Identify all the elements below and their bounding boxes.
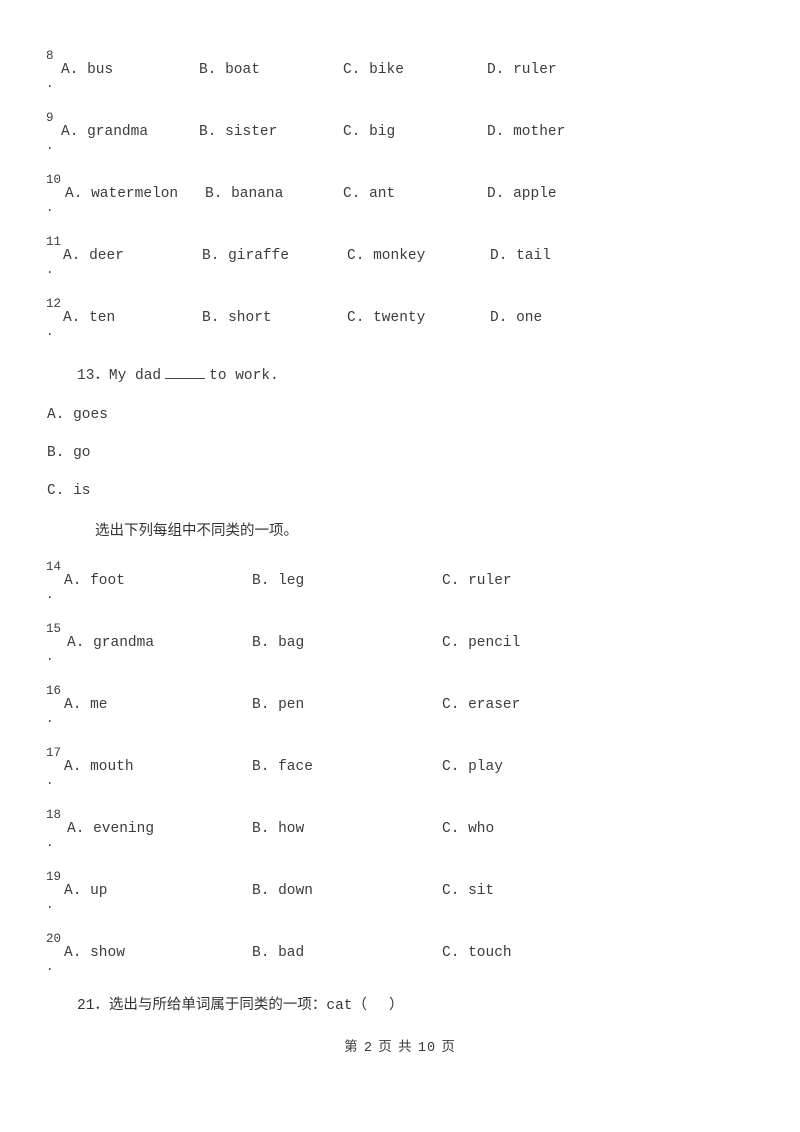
option-b[interactable]: B. face [252,757,313,777]
footer-middle: 页 共 [378,1039,413,1055]
option-d[interactable]: D. one [490,308,542,328]
question-row: 14 . A. foot B. leg C. ruler [0,561,800,623]
prompt-text: 选出与所给单词属于同类的一项： [108,997,327,1013]
exam-page: 8 . A. bus B. boat C. bike D. ruler 9 . … [0,0,800,1132]
option-b[interactable]: B. go [0,443,800,463]
question-row: 15 . A. grandma B. bag C. pencil [0,623,800,685]
option-b[interactable]: B. pen [252,695,304,715]
option-b[interactable]: B. boat [199,60,260,80]
section-instruction: 选出下列每组中不同类的一项。 [0,521,800,541]
question-block-19: 19 . A. up B. down C. sit [0,871,800,933]
option-c[interactable]: C. big [343,122,395,142]
option-c[interactable]: C. is [0,481,800,501]
stem-text-after: to work. [209,368,279,384]
option-a[interactable]: A. ten [63,308,115,328]
question-separator: ． [94,368,109,384]
option-c[interactable]: C. play [442,757,503,777]
option-c[interactable]: C. twenty [347,308,425,328]
footer-suffix: 页 [441,1039,456,1055]
question-block-21: 21．选出与所给单词属于同类的一项：cat（ ） [0,995,800,1016]
footer-total-pages: 10 [417,1041,437,1056]
option-d[interactable]: D. tail [490,246,551,266]
page-footer: 第 2 页 共 10 页 [0,1035,800,1056]
question-row: 17 . A. mouth B. face C. play [0,747,800,809]
option-a[interactable]: A. deer [63,246,124,266]
question-row: 16 . A. me B. pen C. eraser [0,685,800,747]
question-row: 11 . A. deer B. giraffe C. monkey D. tai… [0,236,800,298]
open-paren: （ [352,997,368,1013]
option-d[interactable]: D. ruler [487,60,557,80]
question-row: 12 . A. ten B. short C. twenty D. one [0,298,800,360]
question-row: 8 . A. bus B. boat C. bike D. ruler [0,50,800,112]
option-b[interactable]: B. leg [252,571,304,591]
question-block-15: 15 . A. grandma B. bag C. pencil [0,623,800,685]
option-d[interactable]: D. mother [487,122,565,142]
question-block-14: 14 . A. foot B. leg C. ruler [0,561,800,623]
option-c[interactable]: C. monkey [347,246,425,266]
option-a[interactable]: A. up [64,881,108,901]
question-block-16: 16 . A. me B. pen C. eraser [0,685,800,747]
option-c[interactable]: C. ant [343,184,395,204]
question-separator: ． [94,997,109,1013]
option-a[interactable]: A. watermelon [65,184,178,204]
option-b[interactable]: B. down [252,881,313,901]
instruction-text: 选出下列每组中不同类的一项。 [95,523,298,539]
question-block-9: 9 . A. grandma B. sister C. big D. mothe… [0,112,800,174]
close-paren: ） [389,997,404,1013]
question-13-option-a: A. goes [0,405,800,425]
question-block-13: 13．My dad to work. [0,365,800,386]
question-block-11: 11 . A. deer B. giraffe C. monkey D. tai… [0,236,800,298]
footer-page-number: 2 [363,1041,373,1056]
question-block-10: 10 . A. watermelon B. banana C. ant D. a… [0,174,800,236]
option-b[interactable]: B. how [252,819,304,839]
option-d[interactable]: D. apple [487,184,557,204]
question-row: 9 . A. grandma B. sister C. big D. mothe… [0,112,800,174]
option-b[interactable]: B. giraffe [202,246,289,266]
option-a[interactable]: A. goes [0,405,800,425]
option-a[interactable]: A. evening [67,819,154,839]
option-b[interactable]: B. banana [205,184,283,204]
question-row: 18 . A. evening B. how C. who [0,809,800,871]
question-block-8: 8 . A. bus B. boat C. bike D. ruler [0,50,800,112]
question-number: 21 [77,998,95,1014]
stem-text-before: My dad [108,368,162,384]
option-b[interactable]: B. bad [252,943,304,963]
target-word: cat [326,998,353,1014]
option-b[interactable]: B. short [202,308,272,328]
option-a[interactable]: A. grandma [67,633,154,653]
option-c[interactable]: C. eraser [442,695,520,715]
question-13-stem: 13．My dad to work. [0,365,800,386]
question-row: 19 . A. up B. down C. sit [0,871,800,933]
question-row: 20 . A. show B. bad C. touch [0,933,800,995]
question-13-option-c: C. is [0,481,800,501]
question-block-12: 12 . A. ten B. short C. twenty D. one [0,298,800,360]
question-block-20: 20 . A. show B. bad C. touch [0,933,800,995]
option-a[interactable]: A. mouth [64,757,134,777]
option-c[interactable]: C. bike [343,60,404,80]
option-c[interactable]: C. who [442,819,494,839]
option-a[interactable]: A. show [64,943,125,963]
option-c[interactable]: C. sit [442,881,494,901]
question-number: 13 [77,368,95,384]
footer-prefix: 第 [344,1039,359,1055]
answer-blank[interactable] [165,365,206,379]
question-row: 10 . A. watermelon B. banana C. ant D. a… [0,174,800,236]
option-a[interactable]: A. grandma [61,122,148,142]
question-block-17: 17 . A. mouth B. face C. play [0,747,800,809]
option-b[interactable]: B. bag [252,633,304,653]
option-c[interactable]: C. pencil [442,633,520,653]
option-a[interactable]: A. me [64,695,108,715]
question-13-option-b: B. go [0,443,800,463]
option-c[interactable]: C. touch [442,943,512,963]
option-a[interactable]: A. bus [61,60,113,80]
option-b[interactable]: B. sister [199,122,277,142]
option-c[interactable]: C. ruler [442,571,512,591]
question-block-18: 18 . A. evening B. how C. who [0,809,800,871]
question-21-stem: 21．选出与所给单词属于同类的一项：cat（ ） [0,995,800,1016]
option-a[interactable]: A. foot [64,571,125,591]
